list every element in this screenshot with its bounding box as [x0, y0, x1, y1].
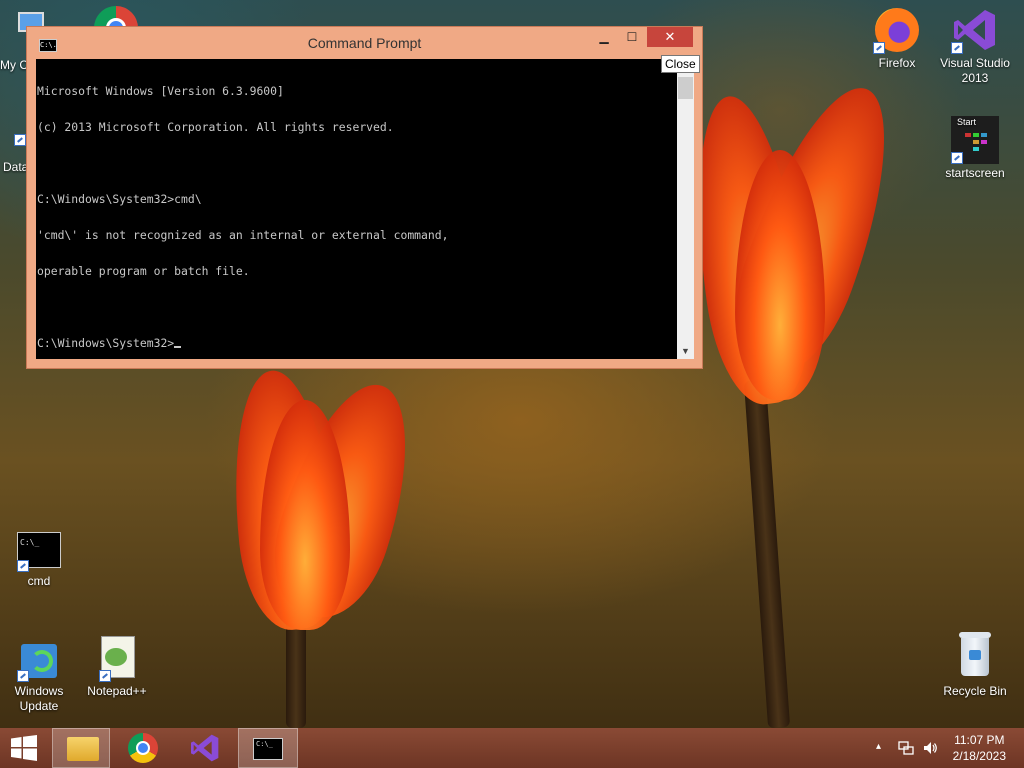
shortcut-arrow-icon — [17, 670, 29, 682]
desktop-icon-label: Notepad++ — [87, 684, 147, 698]
console-line: Microsoft Windows [Version 6.3.9600] — [37, 84, 284, 98]
desktop-icon-notepadpp[interactable]: Notepad++ — [80, 634, 154, 699]
desktop-icon-label: cmd — [27, 574, 51, 588]
start-button[interactable] — [0, 728, 50, 768]
desktop-icon-visual-studio[interactable]: Visual Studio 2013 — [938, 6, 1012, 86]
console-line: operable program or batch file. — [37, 264, 250, 278]
taskbar: C:\_ ▴ 11:07 PM 2/18/2023 — [0, 728, 1024, 768]
clock-time: 11:07 PM — [954, 733, 1005, 747]
console-line: C:\Windows\System32>cmd\ — [37, 192, 202, 206]
system-tray: ▴ — [870, 728, 950, 768]
cmd-icon: C:\_ — [17, 532, 61, 572]
vertical-scrollbar[interactable]: ▲ ▼ — [677, 59, 694, 359]
chrome-icon — [128, 733, 158, 763]
shortcut-arrow-icon — [951, 42, 963, 54]
console-prompt-line: C:\Windows\System32> — [37, 337, 677, 349]
desktop-icon-windows-update[interactable]: Windows Update — [2, 640, 76, 714]
taskbar-chrome[interactable] — [114, 728, 174, 768]
shortcut-arrow-icon — [17, 560, 29, 572]
clock-date: 2/18/2023 — [952, 749, 1006, 763]
firefox-icon — [873, 6, 921, 54]
close-tooltip: Close — [661, 55, 700, 73]
volume-icon[interactable] — [922, 740, 938, 756]
taskbar-command-prompt[interactable]: C:\_ — [238, 728, 298, 768]
maximize-button[interactable]: ☐ — [618, 27, 646, 47]
window-titlebar[interactable]: C:\. Command Prompt ▁ ☐ ✕ — [27, 27, 702, 59]
shortcut-arrow-icon — [14, 134, 26, 146]
shortcut-arrow-icon — [873, 42, 885, 54]
text-cursor — [174, 346, 182, 348]
taskbar-file-explorer[interactable] — [52, 728, 110, 768]
taskbar-clock[interactable]: 11:07 PM 2/18/2023 — [953, 732, 1006, 764]
cmd-icon: C:\_ — [253, 738, 283, 760]
windows-logo-icon — [11, 735, 37, 761]
minimize-button[interactable]: ▁ — [590, 27, 618, 47]
desktop-icon-label: Firefox — [878, 56, 916, 70]
desktop-icon-cmd[interactable]: C:\_ cmd — [2, 532, 76, 589]
desktop-icon-label: Visual Studio 2013 — [940, 56, 1010, 85]
desktop-icon-label: Windows Update — [14, 684, 64, 713]
visual-studio-icon — [951, 6, 999, 54]
shortcut-arrow-icon — [951, 152, 963, 164]
chrome-desktop-icon[interactable] — [94, 6, 138, 28]
windows-update-icon — [17, 640, 61, 682]
close-button[interactable]: ✕ — [647, 27, 693, 47]
taskbar-visual-studio[interactable] — [176, 728, 236, 768]
desktop-icon-label: Data — [3, 160, 29, 174]
desktop-icon-label: startscreen — [945, 166, 1005, 180]
desktop-icon-firefox[interactable]: Firefox — [860, 6, 934, 71]
startscreen-icon: Start — [951, 116, 999, 164]
notepadpp-icon — [95, 634, 139, 682]
command-prompt-window[interactable]: C:\. Command Prompt ▁ ☐ ✕ Microsoft Wind… — [26, 26, 703, 369]
console-line: 'cmd\' is not recognized as an internal … — [37, 228, 449, 242]
desktop-icon-label: Recycle Bin — [943, 684, 1007, 698]
folder-icon — [67, 737, 99, 761]
visual-studio-icon — [191, 734, 219, 762]
console-line: (c) 2013 Microsoft Corporation. All righ… — [37, 120, 394, 134]
console-output[interactable]: Microsoft Windows [Version 6.3.9600] (c)… — [36, 59, 677, 359]
desktop-icon-label: My C — [0, 58, 28, 72]
recycle-bin-icon — [955, 630, 995, 682]
tray-chevron-icon[interactable]: ▴ — [876, 741, 881, 752]
scroll-down-icon[interactable]: ▼ — [677, 343, 694, 359]
desktop-icon-recycle-bin[interactable]: Recycle Bin — [938, 630, 1012, 699]
console-prompt: C:\Windows\System32> — [37, 336, 175, 350]
scrollbar-thumb[interactable] — [678, 77, 693, 99]
desktop-icon-startscreen[interactable]: Start startscreen — [938, 116, 1012, 181]
network-icon[interactable] — [898, 740, 914, 756]
shortcut-arrow-icon — [99, 670, 111, 682]
